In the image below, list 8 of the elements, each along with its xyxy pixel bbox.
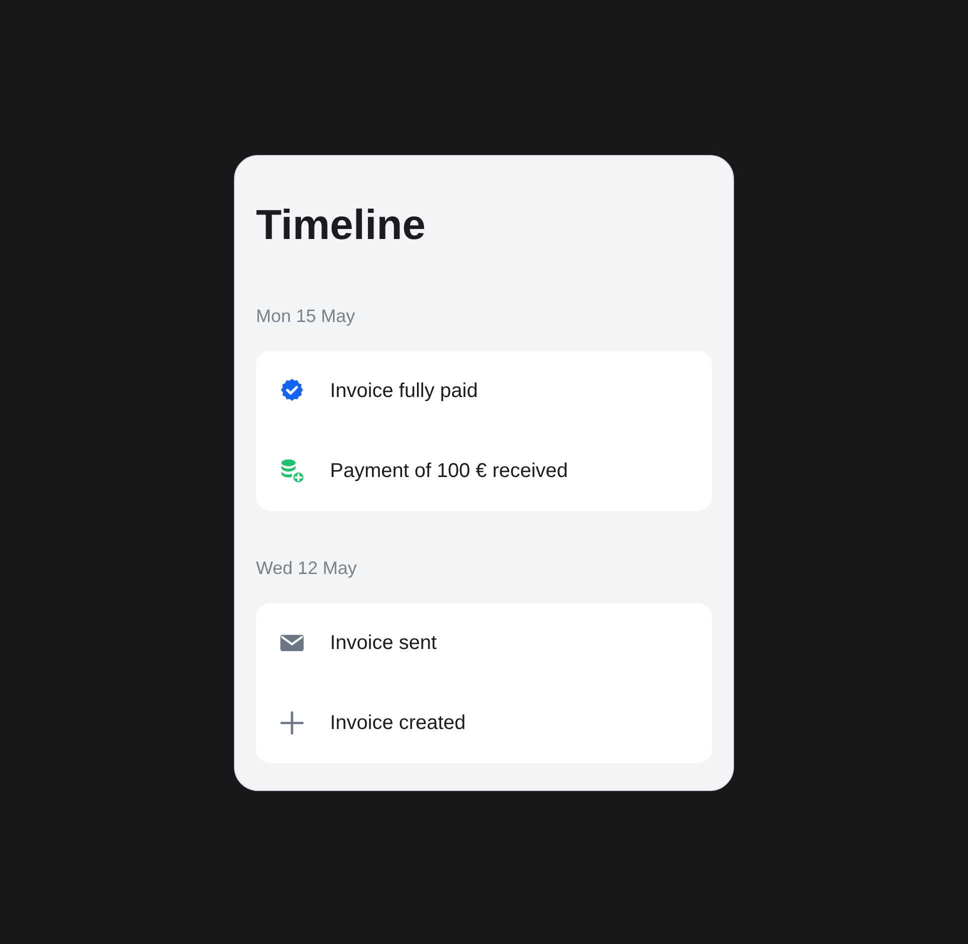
event-label: Invoice sent [330,632,437,654]
date-label: Wed 12 May [256,557,358,579]
event-label: Invoice fully paid [330,380,478,402]
event-label: Payment of 100 € received [330,460,568,482]
event-label: Invoice created [330,712,466,734]
plus-icon [278,709,306,737]
date-label: Mon 15 May [256,305,356,327]
timeline-title: Timeline [256,200,427,250]
